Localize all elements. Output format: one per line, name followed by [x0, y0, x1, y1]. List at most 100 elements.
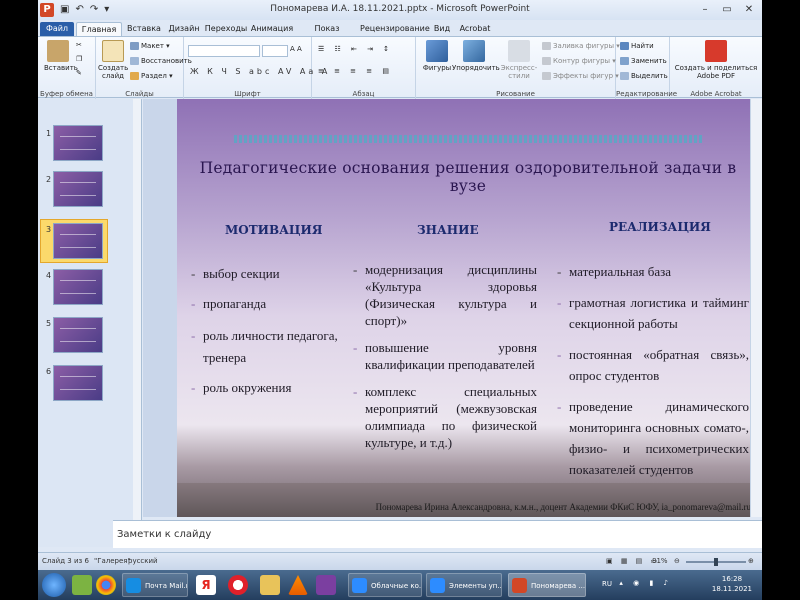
utorrent-icon[interactable]	[72, 575, 92, 595]
align-buttons[interactable]: ≡ ≡ ≡ ≡ ▤	[318, 67, 393, 75]
list-buttons[interactable]: ☰ ☷ ⇤ ⇥ ↕	[318, 45, 393, 53]
new-slide-icon	[102, 40, 124, 62]
tray-icons[interactable]: ▴ ◉ ▮ ♪	[619, 579, 672, 600]
close-button[interactable]: ✕	[738, 2, 760, 18]
group-slides: Создать слайд Макет ▾ Восстановить Разде…	[96, 37, 192, 99]
list-item: - постоянная «обратная связь», опрос студ…	[557, 347, 749, 383]
notes-placeholder: Заметки к слайду	[117, 529, 212, 540]
tab-transitions[interactable]: Переходы	[204, 22, 248, 36]
column-motivation[interactable]: - выбор секции - пропаганда - роль личности…	[191, 265, 341, 396]
column-realization[interactable]: - материальная база - грамотная логистика …	[557, 263, 749, 480]
thumbnail-number: 5	[46, 319, 52, 328]
copy-icon[interactable]: ❐	[76, 55, 82, 63]
tab-insert[interactable]: Вставка	[124, 22, 164, 36]
slide-thumbnail-2[interactable]	[53, 171, 103, 207]
slide-thumbnail-5[interactable]	[53, 317, 103, 353]
cut-icon[interactable]: ✂	[76, 41, 82, 49]
thumbnail-number: 2	[46, 175, 52, 184]
slide-thumbnail-3[interactable]	[53, 223, 103, 259]
window-controls: – ▭ ✕	[694, 2, 760, 18]
input-language[interactable]: RU	[602, 580, 612, 588]
slide-title[interactable]: Педагогические основания решения оздоров…	[197, 159, 739, 195]
zoom-level[interactable]: 81%	[652, 557, 668, 565]
zoom-out-icon[interactable]: ⊖	[674, 557, 680, 565]
decorative-stripe	[234, 135, 702, 143]
slide-thumbnail-4[interactable]	[53, 269, 103, 305]
new-slide-button[interactable]: Создать слайд	[98, 40, 128, 80]
format-painter-icon[interactable]: ✎	[76, 69, 82, 77]
taskbar-powerpoint[interactable]: Пономарева ...	[508, 573, 586, 597]
taskbar-zoom-cloud[interactable]: Облачные ко...	[348, 573, 422, 597]
slide-author-footer[interactable]: Пономарева Ирина Александровна, к.м.н., …	[376, 502, 751, 512]
opera-icon[interactable]	[228, 575, 248, 595]
reset-icon	[130, 57, 139, 65]
tab-view[interactable]: Вид	[430, 22, 454, 36]
slide-thumbnail-1[interactable]	[53, 125, 103, 161]
visual-studio-icon[interactable]	[316, 575, 336, 595]
list-item: - пропаганда	[191, 296, 267, 311]
font-family-combo[interactable]	[188, 45, 260, 57]
thumbnail-number: 6	[46, 367, 52, 376]
slide-thumbnail-6[interactable]	[53, 365, 103, 401]
column-heading-motivation[interactable]: МОТИВАЦИЯ	[225, 223, 322, 237]
list-item: - грамотная логистика и тайминг секционно…	[557, 295, 749, 331]
shape-effects-button[interactable]: Эффекты фигур ▾	[542, 72, 619, 80]
layout-button[interactable]: Макет ▾	[130, 42, 170, 50]
tab-design[interactable]: Дизайн	[166, 22, 202, 36]
group-label-acrobat: Adobe Acrobat	[690, 90, 742, 98]
tab-review[interactable]: Рецензирование	[360, 22, 430, 36]
notes-pane[interactable]: Заметки к слайду	[113, 520, 762, 548]
zoom-slider[interactable]	[686, 558, 746, 566]
tab-acrobat[interactable]: Acrobat	[456, 22, 494, 36]
vlc-icon[interactable]	[288, 575, 308, 595]
find-button[interactable]: Найти	[620, 42, 654, 50]
arrange-button[interactable]: Упорядочить	[452, 40, 500, 72]
thumbnail-number: 1	[46, 129, 52, 138]
group-label-paragraph: Абзац	[352, 90, 375, 98]
theme-name: "Галерея"	[94, 557, 131, 565]
shape-outline-button[interactable]: Контур фигуры ▾	[542, 57, 616, 65]
screen-border-right	[762, 0, 800, 600]
slide-canvas[interactable]: Педагогические основания решения оздоров…	[177, 99, 759, 517]
taskbar-zoom-elements[interactable]: Элементы уп...	[426, 573, 502, 597]
list-item: - модернизация дисциплины «Культура здоро…	[353, 262, 537, 328]
tab-animation[interactable]: Анимация	[250, 22, 294, 36]
select-button[interactable]: Выделить	[620, 72, 668, 80]
paste-button[interactable]: Вставить	[44, 40, 78, 72]
tab-home[interactable]: Главная	[76, 22, 122, 36]
replace-icon	[620, 57, 629, 65]
font-grow-icon[interactable]: A A	[290, 45, 302, 53]
yandex-icon[interactable]: Я	[196, 575, 216, 595]
section-button[interactable]: Раздел ▾	[130, 72, 173, 80]
column-heading-knowledge[interactable]: ЗНАНИЕ	[417, 223, 479, 237]
tab-file[interactable]: Файл	[40, 22, 74, 36]
quick-styles-button[interactable]: Экспресс-стили	[498, 40, 540, 80]
start-button[interactable]	[42, 573, 66, 597]
column-heading-realization[interactable]: РЕАЛИЗАЦИЯ	[609, 220, 711, 234]
shape-fill-button[interactable]: Заливка фигуры ▾	[542, 42, 620, 50]
create-pdf-button[interactable]: Создать и поделиться Adobe PDF	[672, 40, 760, 80]
slide-vertical-scrollbar[interactable]	[750, 99, 762, 517]
shapes-button[interactable]: Фигуры	[422, 40, 452, 72]
font-format-buttons[interactable]: Ж К Ч S abc AV Aa A	[190, 67, 330, 76]
explorer-icon[interactable]	[260, 575, 280, 595]
taskbar-mail[interactable]: Почта Mail.ru ...	[122, 573, 188, 597]
slide-thumbnail-pane: 1 2 3 4 5 6	[38, 99, 142, 547]
reset-button[interactable]: Восстановить	[130, 57, 192, 65]
maximize-button[interactable]: ▭	[716, 2, 738, 18]
layout-icon	[130, 42, 139, 50]
thumbnail-number: 3	[46, 225, 52, 234]
chrome-icon[interactable]	[96, 575, 116, 595]
replace-button[interactable]: Заменить	[620, 57, 667, 65]
language-indicator[interactable]: русский	[128, 557, 158, 565]
font-size-combo[interactable]	[262, 45, 288, 57]
minimize-button[interactable]: –	[694, 2, 716, 18]
windows-taskbar: Почта Mail.ru ... Я Облачные ко... Элеме…	[38, 570, 762, 600]
column-knowledge[interactable]: - модернизация дисциплины «Культура здоро…	[353, 261, 537, 451]
system-clock[interactable]: 16:28 18.11.2021	[712, 574, 752, 594]
thumbnail-scrollbar[interactable]	[133, 99, 141, 547]
slide-counter: Слайд 3 из 6	[42, 557, 89, 565]
zoom-in-icon[interactable]: ⊕	[748, 557, 754, 565]
tab-slideshow[interactable]: Показ слайдов	[296, 22, 358, 47]
list-item: - выбор секции	[191, 266, 280, 281]
